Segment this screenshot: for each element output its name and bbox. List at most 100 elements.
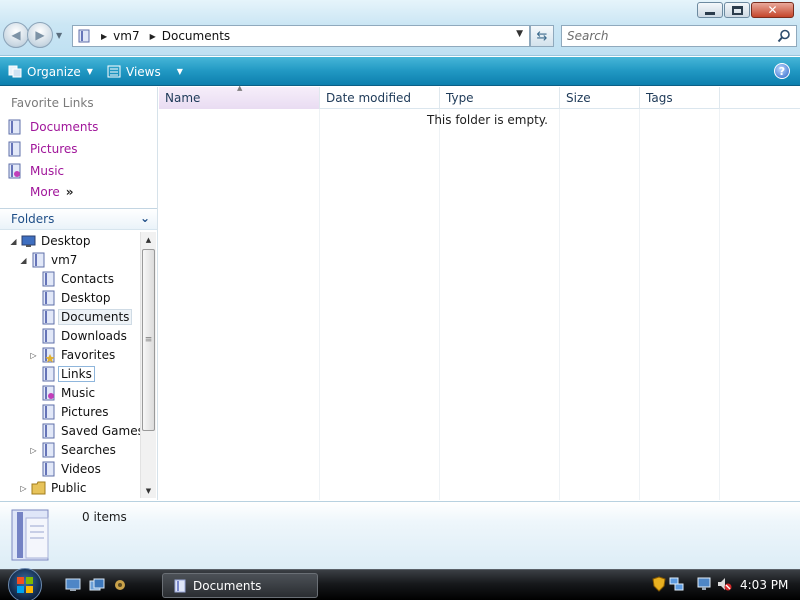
breadcrumb-separator-icon: ▶	[101, 31, 108, 41]
column-header-size[interactable]: Size	[560, 87, 640, 109]
favorite-link-pictures[interactable]: Pictures	[7, 140, 78, 158]
tree-node[interactable]: Downloads	[29, 327, 127, 345]
tree-node-label: Music	[61, 386, 96, 400]
favorite-link-music[interactable]: Music	[7, 162, 64, 180]
music-icon	[42, 385, 55, 401]
refresh-icon: ⇆	[536, 28, 548, 44]
minimize-button[interactable]	[697, 2, 723, 18]
favorite-link-label: Pictures	[30, 142, 78, 156]
quick-launch-icon[interactable]	[112, 578, 128, 592]
scroll-down-icon[interactable]: ▼	[141, 483, 156, 498]
user-folder-icon	[32, 252, 45, 268]
scroll-up-icon[interactable]: ▲	[141, 232, 156, 247]
views-label: Views	[126, 64, 161, 79]
tree-expander-icon[interactable]: ▷	[29, 351, 38, 360]
tree-node-label: Public	[51, 481, 87, 495]
start-button[interactable]	[8, 568, 42, 600]
volume-muted-icon[interactable]	[716, 576, 732, 592]
breadcrumb-documents[interactable]: Documents	[162, 29, 230, 43]
views-icon	[107, 65, 121, 78]
taskbar-button-documents[interactable]: Documents	[162, 573, 318, 598]
tree-node[interactable]: Desktop	[29, 289, 111, 307]
tree-node[interactable]: ▷ Favorites	[29, 346, 115, 364]
favorite-links-more[interactable]: More »	[30, 185, 74, 199]
tree-node[interactable]: ▷ Public	[19, 479, 87, 497]
column-header-name[interactable]: ▲ Name	[159, 84, 320, 109]
column-label: Tags	[646, 91, 673, 105]
breadcrumb-vm7[interactable]: vm7	[113, 29, 139, 43]
tree-node[interactable]: ◢ vm7	[19, 251, 77, 269]
chevron-down-icon[interactable]: ▼	[177, 67, 183, 76]
tree-node-label: Videos	[61, 462, 101, 476]
views-button[interactable]: Views ▼	[107, 62, 183, 81]
tree-node[interactable]: Documents	[29, 308, 133, 326]
favorite-link-documents[interactable]: Documents	[7, 118, 98, 136]
clock[interactable]: 4:03 PM	[740, 578, 788, 592]
security-shield-icon[interactable]	[651, 576, 667, 592]
search-icon[interactable]	[777, 29, 791, 43]
show-desktop-icon[interactable]	[65, 578, 81, 592]
favorite-links-header: Favorite Links	[11, 96, 94, 110]
organize-button[interactable]: Organize ▼	[8, 62, 93, 81]
tree-node-label: Favorites	[61, 348, 116, 362]
display-icon[interactable]	[697, 576, 713, 592]
tree-scrollbar[interactable]: ▲ ≡ ▼	[140, 232, 156, 498]
tree-node[interactable]: Videos	[29, 460, 101, 478]
navigation-buttons: ◀ ▶ ▼	[3, 22, 62, 48]
maximize-button[interactable]	[724, 2, 750, 18]
tree-expander-icon[interactable]: ▷	[29, 446, 38, 455]
folders-header[interactable]: Folders ⌄	[0, 208, 157, 230]
tree-node[interactable]: Links	[29, 365, 95, 383]
forward-button[interactable]: ▶	[27, 22, 53, 48]
column-divider	[559, 109, 560, 500]
pictures-icon	[42, 404, 55, 420]
tree-expander-icon[interactable]: ◢	[9, 237, 18, 246]
grip-icon: ≡	[144, 335, 153, 345]
favorites-icon	[42, 347, 55, 363]
switch-windows-icon[interactable]	[89, 578, 105, 592]
help-button[interactable]: ?	[774, 63, 790, 79]
tree-node-label: Pictures	[61, 405, 109, 419]
videos-icon	[42, 461, 55, 477]
close-button[interactable]: ✕	[751, 2, 794, 18]
column-header-date-modified[interactable]: Date modified	[320, 87, 440, 109]
chevron-down-icon: ▼	[86, 67, 93, 76]
address-bar[interactable]: ▶ vm7 ▶ Documents ▼	[72, 25, 530, 47]
folder-icon	[42, 309, 55, 325]
network-icon[interactable]	[669, 576, 685, 592]
tree-node[interactable]: ▷ Searches	[29, 441, 116, 459]
column-divider	[639, 109, 640, 500]
recent-pages-dropdown[interactable]: ▼	[56, 31, 62, 40]
tree-node[interactable]: Contacts	[29, 270, 114, 288]
folder-icon	[42, 423, 55, 439]
column-header-type[interactable]: Type	[440, 87, 560, 109]
tree-node[interactable]: Saved Games	[29, 422, 140, 440]
close-icon: ✕	[767, 3, 778, 17]
back-button[interactable]: ◀	[3, 22, 29, 48]
help-icon: ?	[778, 64, 786, 78]
tree-node[interactable]: Pictures	[29, 403, 109, 421]
tree-node[interactable]: Music	[29, 384, 95, 402]
column-header-row: ▲ Name Date modified Type Size Tags	[159, 84, 800, 109]
tree-expander-icon[interactable]: ◢	[19, 256, 28, 265]
scrollbar-thumb[interactable]: ≡	[142, 249, 155, 431]
refresh-button[interactable]: ⇆	[530, 25, 554, 47]
address-dropdown-icon[interactable]: ▼	[516, 29, 523, 39]
column-header-tags[interactable]: Tags	[640, 87, 720, 109]
tree-node-label: Links	[58, 366, 95, 382]
command-bar: Organize ▼ Views ▼ ?	[0, 57, 800, 86]
search-input[interactable]	[562, 26, 762, 46]
documents-icon	[174, 579, 186, 592]
tree-expander-icon[interactable]: ▷	[19, 484, 28, 493]
file-list[interactable]: ▲ Name Date modified Type Size Tags This…	[159, 84, 800, 500]
windows-logo-icon	[17, 577, 33, 593]
organize-label: Organize	[27, 64, 81, 79]
tree-node[interactable]: ◢ Desktop	[9, 232, 90, 250]
folder-tree: ◢ Desktop ◢ vm7 Contacts Desktop Documents Down…	[0, 231, 140, 499]
desktop-icon	[21, 235, 36, 247]
taskbar: Documents 4:03 PM	[0, 568, 800, 600]
tree-node-label: Contacts	[61, 272, 114, 286]
taskbar-button-label: Documents	[193, 578, 262, 593]
item-count: 0 items	[82, 510, 127, 524]
folder-icon	[42, 366, 55, 382]
